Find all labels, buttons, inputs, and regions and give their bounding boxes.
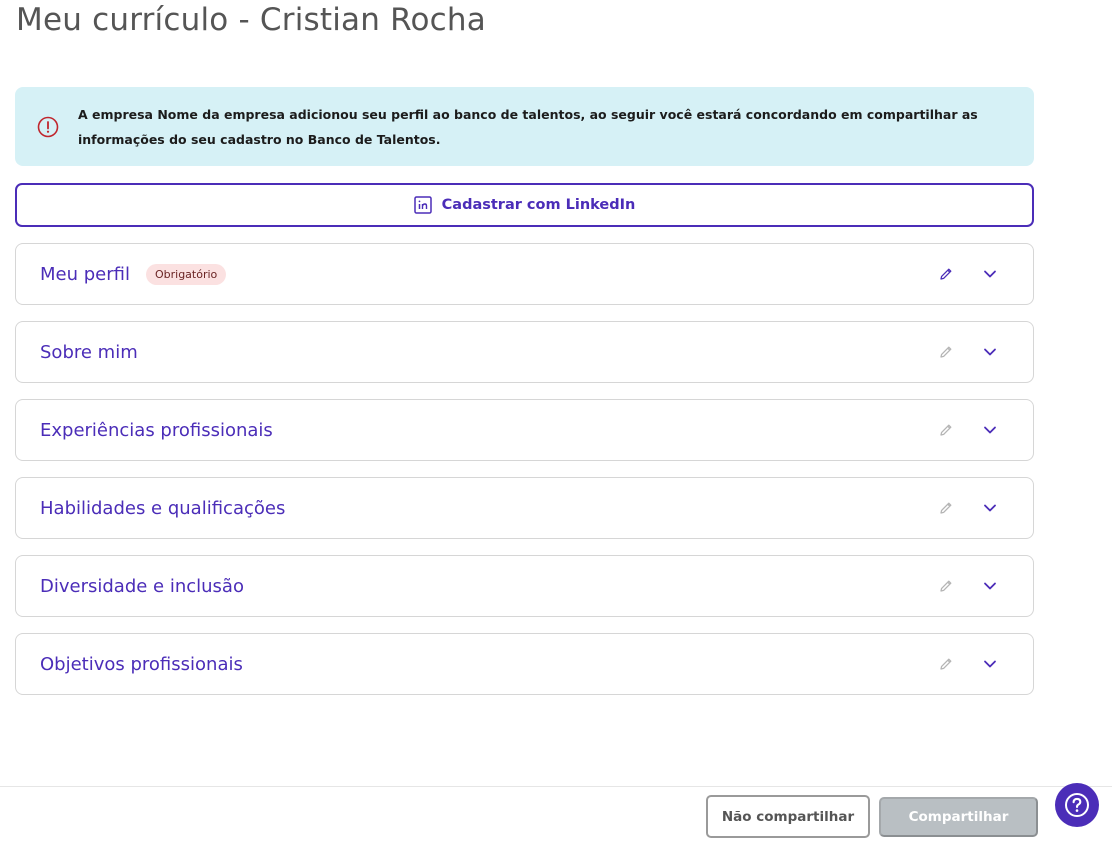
chevron-down-icon[interactable]: [982, 656, 998, 672]
linkedin-button-label: Cadastrar com LinkedIn: [441, 197, 636, 213]
card-actions: [938, 500, 1009, 516]
info-circle-icon: [37, 116, 59, 138]
chevron-down-icon[interactable]: [982, 344, 998, 360]
help-button[interactable]: [1055, 783, 1099, 827]
pencil-icon: [938, 578, 954, 594]
chevron-down-icon[interactable]: [982, 578, 998, 594]
pencil-icon: [938, 656, 954, 672]
pencil-icon[interactable]: [938, 266, 954, 282]
section-title: Habilidades e qualificações: [40, 497, 286, 519]
resume-page: Meu currículo - Cristian Rocha A empresa…: [0, 0, 1112, 845]
linkedin-signup-button[interactable]: Cadastrar com LinkedIn: [15, 183, 1034, 227]
footer-divider: [0, 786, 1112, 787]
section-meu-perfil[interactable]: Meu perfil Obrigatório: [15, 243, 1034, 305]
pencil-icon: [938, 500, 954, 516]
info-banner: A empresa Nome da empresa adicionou seu …: [15, 87, 1034, 166]
section-habilidades-qualificacoes[interactable]: Habilidades e qualificações: [15, 477, 1034, 539]
chevron-down-icon[interactable]: [982, 422, 998, 438]
section-diversidade-inclusao[interactable]: Diversidade e inclusão: [15, 555, 1034, 617]
section-title: Diversidade e inclusão: [40, 575, 244, 597]
section-experiencias-profissionais[interactable]: Experiências profissionais: [15, 399, 1034, 461]
share-button[interactable]: Compartilhar: [879, 797, 1038, 837]
card-actions: [938, 656, 1009, 672]
pencil-icon: [938, 422, 954, 438]
card-actions: [938, 344, 1009, 360]
section-objetivos-profissionais[interactable]: Objetivos profissionais: [15, 633, 1034, 695]
card-actions: [938, 266, 1009, 282]
decline-share-button[interactable]: Não compartilhar: [706, 795, 870, 838]
card-actions: [938, 578, 1009, 594]
section-title: Meu perfil: [40, 263, 130, 285]
card-actions: [938, 422, 1009, 438]
section-sobre-mim[interactable]: Sobre mim: [15, 321, 1034, 383]
chevron-down-icon[interactable]: [982, 500, 998, 516]
section-title: Experiências profissionais: [40, 419, 273, 441]
page-title: Meu currículo - Cristian Rocha: [16, 2, 486, 38]
pencil-icon: [938, 344, 954, 360]
chevron-down-icon[interactable]: [982, 266, 998, 282]
banner-text: A empresa Nome da empresa adicionou seu …: [78, 106, 978, 147]
required-badge: Obrigatório: [145, 263, 227, 285]
section-title: Objetivos profissionais: [40, 653, 243, 675]
section-title: Sobre mim: [40, 341, 138, 363]
help-circle-icon: [1064, 792, 1090, 818]
linkedin-icon: [413, 196, 432, 214]
